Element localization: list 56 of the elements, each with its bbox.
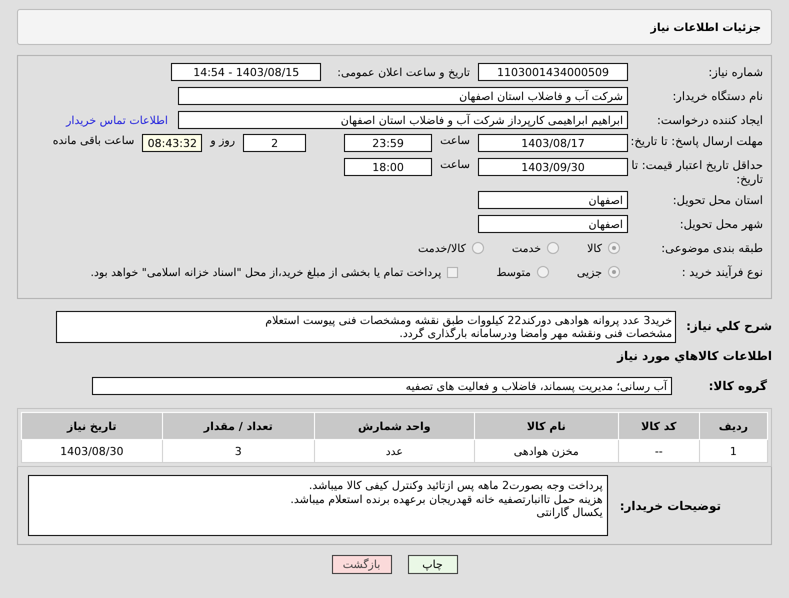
text-field[interactable]: 1103001434000509	[478, 63, 628, 81]
time-field[interactable]: 23:59	[344, 134, 432, 152]
field-label: شرح کلي نياز:	[686, 319, 772, 333]
section-title: اطلاعات کالاهاي مورد نياز	[616, 349, 772, 363]
field-label: توضیحات خریدار:	[620, 498, 721, 512]
column-header: کد کالا	[618, 412, 700, 440]
table-cell: --	[618, 440, 700, 462]
radio-option[interactable]: کالا	[587, 242, 620, 254]
radio-option[interactable]: جزیی	[576, 266, 620, 278]
column-header: نام کالا	[474, 412, 618, 440]
table-cell: 1	[699, 440, 768, 462]
description-textarea[interactable]: خرید3 عدد پروانه هوادهی دورکند22 کیلووات طبق نقشه ومشخصات فنی پیوست استعلام مشخصات فنی ونقشه مهر وامضا ودرسامانه بارگذاری گردد.	[56, 311, 676, 343]
column-header: تعداد / مقدار	[162, 412, 314, 440]
field-label: نوع فرآیند خرید :	[680, 265, 764, 279]
table-cell: 1403/08/30	[22, 440, 162, 462]
radio-option[interactable]: خدمت	[512, 242, 560, 254]
countdown-field: 08:43:32	[142, 134, 202, 152]
field-label: شهر محل تحویل:	[678, 217, 764, 231]
field-label: ایجاد کننده درخواست:	[656, 113, 764, 127]
text-field[interactable]: آب رسانی؛ مدیریت پسماند، فاضلاب و فعالیت های تصفیه	[92, 377, 672, 395]
field-label: ساعت باقی مانده	[52, 134, 136, 147]
time-field[interactable]: 18:00	[344, 158, 432, 176]
field-label: نام دستگاه خریدار:	[671, 89, 764, 103]
date-field[interactable]: 1403/09/30	[478, 158, 628, 176]
text-field[interactable]: 2	[243, 134, 306, 152]
print-button[interactable]: چاپ	[408, 555, 458, 574]
field-label: مهلت ارسال پاسخ: تا تاریخ:	[629, 134, 764, 148]
checkbox[interactable]	[447, 266, 458, 278]
text-field[interactable]: شرکت آب و فاضلاب استان اصفهان	[178, 87, 628, 105]
column-header: ردیف	[699, 412, 768, 440]
radio-option[interactable]: کالا/خدمت	[418, 242, 484, 254]
back-button[interactable]: بازگشت	[332, 555, 392, 574]
field-label: ساعت	[439, 158, 471, 171]
page-header: جزئیات اطلاعات نیاز	[17, 9, 772, 45]
notes-textarea[interactable]: پرداخت وجه بصورت2 ماهه پس ازتائید وکنترل کیفی کالا میباشد. هزینه حمل تاانبارتصفیه خانه قهدریجان برعهده برنده استعلام میباشد. یکسال گارانتی	[28, 475, 608, 536]
text-field[interactable]: اصفهان	[478, 191, 628, 209]
column-header: تاریخ نیاز	[22, 412, 162, 440]
table-cell: عدد	[314, 440, 474, 462]
field-label: حداقل تاریخ اعتبار قیمت: تا تاریخ:	[630, 158, 764, 186]
date-field[interactable]: 1403/08/17	[478, 134, 628, 152]
table-cell: 3	[162, 440, 314, 462]
text-field[interactable]: اصفهان	[478, 215, 628, 233]
radio-option[interactable]: متوسط	[496, 266, 549, 278]
table-cell: مخزن هوادهی	[474, 440, 618, 462]
text-field[interactable]: 1403/08/15 - 14:54	[171, 63, 322, 81]
text-field[interactable]: ابراهیم ابراهیمی کارپرداز شرکت آب و فاضلاب استان اصفهان	[178, 111, 628, 129]
field-label: تاریخ و ساعت اعلان عمومی:	[336, 66, 471, 78]
contact-link[interactable]: اطلاعات تماس خریدار	[66, 114, 178, 126]
field-label: طبقه بندی موضوعی:	[660, 241, 764, 255]
field-label: شماره نیاز:	[707, 65, 764, 79]
field-label: استان محل تحویل:	[672, 193, 764, 207]
field-label: روز و	[208, 134, 236, 147]
checkbox-label: پرداخت تمام یا بخشی از مبلغ خرید،از محل "اسناد خزانه اسلامی" خواهد بود.	[90, 266, 442, 278]
column-header: واحد شمارش	[314, 412, 474, 440]
field-label: ساعت	[439, 134, 471, 147]
field-label: گروه کالا:	[708, 379, 768, 393]
